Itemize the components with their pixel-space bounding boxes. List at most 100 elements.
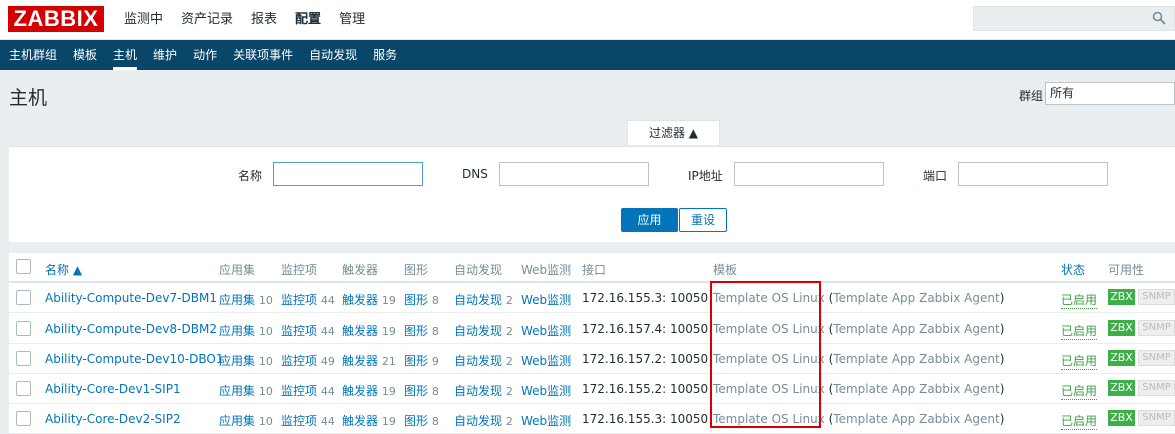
reset-button[interactable]: 重设 xyxy=(679,208,727,232)
host-name-link[interactable]: Ability-Compute-Dev8-DBM2 xyxy=(45,322,217,336)
row-checkbox[interactable] xyxy=(16,290,31,305)
search-input[interactable] xyxy=(973,6,1175,31)
port-field[interactable] xyxy=(958,162,1108,186)
row-checkbox[interactable] xyxy=(16,351,31,366)
web-link[interactable]: Web监测 xyxy=(521,352,571,369)
triggers-link[interactable]: 触发器 xyxy=(342,384,378,398)
menu-inventory[interactable]: 资产记录 xyxy=(172,0,242,40)
menu-configuration[interactable]: 配置 xyxy=(286,0,330,40)
graphs-link[interactable]: 图形 xyxy=(404,293,428,307)
table-header: 名称 ▲ 应用集 监控项 触发器 图形 自动发现 Web监测 接口 模板 状态 … xyxy=(9,253,1175,283)
submenu-templates[interactable]: 模板 xyxy=(65,40,105,70)
items-link[interactable]: 监控项 xyxy=(281,293,317,307)
template-paren: ) xyxy=(999,352,1005,366)
zbx-badge: ZBX xyxy=(1108,289,1135,305)
linked-template-link[interactable]: Template App Zabbix Agent xyxy=(833,322,999,336)
graphs-count: 9 xyxy=(431,355,439,368)
applications-link[interactable]: 应用集 xyxy=(219,354,255,368)
header-interface: 接口 xyxy=(582,263,607,277)
submenu-hosts[interactable]: 主机 xyxy=(105,40,145,70)
dns-field[interactable] xyxy=(499,162,649,186)
applications-link[interactable]: 应用集 xyxy=(219,384,255,398)
filter-tab[interactable]: 过滤器 ▲ xyxy=(627,120,720,145)
applications-link[interactable]: 应用集 xyxy=(219,324,255,338)
table-row: Ability-Core-Dev1-SIP1 应用集 10 监控项 44 触发器… xyxy=(9,374,1175,404)
header-status[interactable]: 状态 xyxy=(1061,261,1085,278)
items-link[interactable]: 监控项 xyxy=(281,384,317,398)
submenu-host-groups[interactable]: 主机群组 xyxy=(1,40,65,70)
status-enabled[interactable]: 已启用 xyxy=(1061,412,1098,430)
web-link[interactable]: Web监测 xyxy=(521,322,571,339)
header-name[interactable]: 名称 ▲ xyxy=(45,261,82,278)
status-enabled[interactable]: 已启用 xyxy=(1061,322,1098,340)
discovery-link[interactable]: 自动发现 xyxy=(454,324,502,338)
items-count: 44 xyxy=(320,385,335,398)
submenu-maintenance[interactable]: 维护 xyxy=(145,40,185,70)
filter-tab-area: 过滤器 ▲ xyxy=(0,120,1175,145)
status-enabled[interactable]: 已启用 xyxy=(1061,352,1098,370)
host-name-link[interactable]: Ability-Compute-Dev10-DBO1 xyxy=(45,352,223,366)
host-name-link[interactable]: Ability-Core-Dev2-SIP2 xyxy=(45,412,181,426)
discovery-count: 2 xyxy=(505,415,513,428)
linked-template-link[interactable]: Template App Zabbix Agent xyxy=(833,352,999,366)
graphs-link[interactable]: 图形 xyxy=(404,324,428,338)
table-row: Ability-Compute-Dev8-DBM2 应用集 10 监控项 44 … xyxy=(9,314,1175,344)
graphs-link[interactable]: 图形 xyxy=(404,384,428,398)
host-name-link[interactable]: Ability-Compute-Dev7-DBM1 xyxy=(45,291,217,305)
apply-button[interactable]: 应用 xyxy=(621,208,678,232)
menu-reports[interactable]: 报表 xyxy=(242,0,286,40)
ip-field[interactable] xyxy=(734,162,884,186)
search-icon[interactable] xyxy=(1152,11,1166,25)
graphs-link[interactable]: 图形 xyxy=(404,414,428,428)
linked-template-link[interactable]: Template App Zabbix Agent xyxy=(833,412,999,426)
discovery-link[interactable]: 自动发现 xyxy=(454,354,502,368)
snmp-badge: SNMP xyxy=(1138,410,1175,426)
row-checkbox[interactable] xyxy=(16,381,31,396)
web-link[interactable]: Web监测 xyxy=(521,412,571,429)
applications-count: 10 xyxy=(258,385,273,398)
name-field[interactable] xyxy=(273,162,423,186)
linked-template-link[interactable]: Template App Zabbix Agent xyxy=(833,382,999,396)
template-paren: ( xyxy=(824,322,834,336)
applications-link[interactable]: 应用集 xyxy=(219,293,255,307)
submenu-correlation[interactable]: 关联项事件 xyxy=(225,40,301,70)
status-enabled[interactable]: 已启用 xyxy=(1061,291,1098,309)
web-link[interactable]: Web监测 xyxy=(521,382,571,399)
menu-administration[interactable]: 管理 xyxy=(330,0,374,40)
zbx-badge: ZBX xyxy=(1108,350,1135,366)
discovery-link[interactable]: 自动发现 xyxy=(454,384,502,398)
triggers-link[interactable]: 触发器 xyxy=(342,414,378,428)
template-paren: ) xyxy=(999,382,1005,396)
triggers-link[interactable]: 触发器 xyxy=(342,324,378,338)
items-link[interactable]: 监控项 xyxy=(281,414,317,428)
template-paren: ( xyxy=(824,382,834,396)
row-checkbox[interactable] xyxy=(16,411,31,426)
discovery-link[interactable]: 自动发现 xyxy=(454,414,502,428)
snmp-badge: SNMP xyxy=(1138,320,1175,336)
select-all-checkbox[interactable] xyxy=(16,259,31,274)
triggers-link[interactable]: 触发器 xyxy=(342,293,378,307)
triggers-count: 21 xyxy=(381,355,396,368)
web-link[interactable]: Web监测 xyxy=(521,291,571,308)
items-count: 44 xyxy=(320,294,335,307)
graphs-count: 8 xyxy=(431,385,439,398)
submenu-actions[interactable]: 动作 xyxy=(185,40,225,70)
triggers-link[interactable]: 触发器 xyxy=(342,354,378,368)
items-link[interactable]: 监控项 xyxy=(281,324,317,338)
table-row: Ability-Compute-Dev10-DBO1 应用集 10 监控项 49… xyxy=(9,344,1175,374)
graphs-link[interactable]: 图形 xyxy=(404,354,428,368)
submenu-discovery[interactable]: 自动发现 xyxy=(301,40,365,70)
applications-count: 10 xyxy=(258,325,273,338)
menu-monitoring[interactable]: 监测中 xyxy=(115,0,172,40)
submenu-services[interactable]: 服务 xyxy=(365,40,405,70)
host-name-link[interactable]: Ability-Core-Dev1-SIP1 xyxy=(45,382,181,396)
discovery-link[interactable]: 自动发现 xyxy=(454,293,502,307)
linked-template-link[interactable]: Template App Zabbix Agent xyxy=(833,291,999,305)
zabbix-logo[interactable]: ZABBIX xyxy=(8,6,104,32)
template-paren: ( xyxy=(824,291,834,305)
items-link[interactable]: 监控项 xyxy=(281,354,317,368)
applications-link[interactable]: 应用集 xyxy=(219,414,255,428)
status-enabled[interactable]: 已启用 xyxy=(1061,382,1098,400)
row-checkbox[interactable] xyxy=(16,321,31,336)
group-select[interactable]: 所有 xyxy=(1045,82,1175,105)
